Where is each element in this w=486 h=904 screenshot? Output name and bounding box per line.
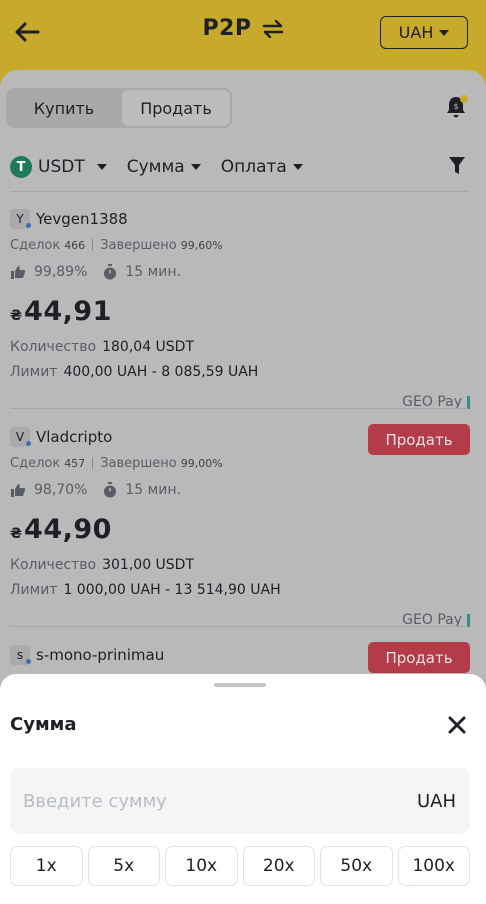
chevron-down-icon bbox=[190, 164, 201, 170]
limit-value: 400,00 UAH - 8 085,59 UAH bbox=[63, 364, 259, 380]
merchant-meta: 98,70% 15 мин. bbox=[10, 480, 470, 500]
merchant-name[interactable]: Yevgen1388 bbox=[36, 210, 128, 228]
avatar-letter: s bbox=[16, 648, 24, 662]
quantity-row: Количество 301,00 USDT bbox=[10, 554, 470, 576]
multiplier-1x-button[interactable]: 1x bbox=[10, 846, 83, 886]
multiplier-50x-button[interactable]: 50x bbox=[320, 846, 393, 886]
limit-label: Лимит bbox=[10, 364, 58, 380]
deals-label: Сделок bbox=[10, 237, 61, 253]
limit-label: Лимит bbox=[10, 582, 58, 598]
drag-handle[interactable] bbox=[214, 683, 266, 687]
amount-filter[interactable]: Сумма bbox=[127, 157, 201, 177]
filter-funnel-icon[interactable] bbox=[448, 156, 466, 176]
ad-card[interactable]: Y Yevgen1388 Сделок 466 Завершено 99,60%… bbox=[10, 208, 470, 455]
price-value: 44,90 bbox=[24, 514, 112, 545]
ad-card[interactable]: V Vladcripto Сделок 457 Завершено 99,00%… bbox=[10, 426, 470, 673]
completed-label: Завершено bbox=[100, 455, 177, 471]
payment-time-limit: 15 мин. bbox=[125, 482, 181, 498]
multiplier-10x-button[interactable]: 10x bbox=[165, 846, 238, 886]
close-icon[interactable] bbox=[446, 714, 468, 736]
amount-input[interactable] bbox=[23, 790, 343, 812]
positive-rating: 99,89% bbox=[34, 264, 88, 280]
merchant-name[interactable]: Vladcripto bbox=[36, 428, 112, 446]
payment-color-bar bbox=[467, 395, 470, 409]
price-value: 44,91 bbox=[24, 296, 112, 327]
thumbs-up-icon bbox=[11, 484, 26, 497]
amount-filter-label: Сумма bbox=[126, 157, 185, 177]
merchant-name[interactable]: s-mono-prinimau bbox=[36, 646, 164, 664]
deals-label: Сделок bbox=[10, 455, 61, 471]
quantity-value: 180,04 USDT bbox=[102, 339, 195, 355]
chevron-down-icon bbox=[439, 29, 450, 36]
merchant-meta: 99,89% 15 мин. bbox=[10, 262, 470, 282]
payment-time-limit: 15 мин. bbox=[125, 264, 181, 280]
multiplier-options: 1x 5x 10x 20x 50x 100x bbox=[10, 846, 470, 886]
currency-symbol: ₴ bbox=[10, 526, 23, 542]
merchant-stats: Сделок 466 Завершено 99,60% bbox=[10, 236, 470, 254]
fiat-currency-label: UAH bbox=[398, 23, 434, 42]
limit-row: Лимит 400,00 UAH - 8 085,59 UAH bbox=[10, 361, 470, 383]
limit-value: 1 000,00 UAH - 13 514,90 UAH bbox=[63, 582, 281, 598]
payment-filter-label: Оплата bbox=[220, 157, 287, 177]
usdt-icon: T bbox=[10, 156, 32, 178]
quantity-label: Количество bbox=[10, 557, 97, 573]
multiplier-20x-button[interactable]: 20x bbox=[242, 846, 315, 886]
completion-rate: 99,00% bbox=[180, 456, 223, 470]
chevron-down-icon bbox=[292, 164, 303, 170]
completion-rate: 99,60% bbox=[180, 238, 223, 252]
modal-title: Сумма bbox=[10, 714, 77, 735]
divider bbox=[92, 239, 94, 251]
timer-icon bbox=[104, 482, 117, 498]
tab-sell[interactable]: Продать bbox=[122, 90, 230, 126]
filter-bar: T USDT Сумма Оплата bbox=[10, 152, 476, 182]
multiplier-100x-button[interactable]: 100x bbox=[397, 846, 470, 886]
price: ₴ 44,90 bbox=[10, 514, 470, 550]
ad-card[interactable]: s s-mono-prinimau bbox=[10, 644, 470, 674]
deals-count: 457 bbox=[64, 456, 86, 470]
page-title: P2P bbox=[202, 16, 252, 41]
payment-filter[interactable]: Оплата bbox=[221, 157, 303, 177]
chevron-down-icon bbox=[96, 164, 107, 170]
quantity-label: Количество bbox=[10, 339, 97, 355]
completed-label: Завершено bbox=[100, 237, 177, 253]
divider bbox=[10, 191, 468, 192]
multiplier-5x-button[interactable]: 5x bbox=[87, 846, 160, 886]
divider bbox=[10, 408, 468, 409]
trade-side-toggle: Купить Продать bbox=[6, 88, 232, 128]
avatar-letter: V bbox=[15, 430, 25, 444]
tab-buy[interactable]: Купить bbox=[8, 90, 120, 126]
avatar[interactable]: Y bbox=[10, 209, 31, 229]
positive-rating: 98,70% bbox=[34, 482, 88, 498]
swap-icon[interactable] bbox=[262, 19, 284, 38]
payment-color-bar bbox=[467, 613, 470, 627]
amount-bottom-sheet: Сумма UAH 1x 5x 10x 20x 50x 100x bbox=[0, 674, 486, 904]
merchant-stats: Сделок 457 Завершено 99,00% bbox=[10, 454, 470, 472]
svg-text:$: $ bbox=[453, 102, 458, 111]
currency-symbol: ₴ bbox=[10, 308, 23, 324]
notification-bell-icon[interactable]: $ bbox=[444, 94, 470, 120]
asset-filter[interactable]: T USDT bbox=[10, 156, 107, 178]
quantity-row: Количество 180,04 USDT bbox=[10, 336, 470, 358]
amount-currency: UAH bbox=[416, 790, 456, 812]
timer-icon bbox=[104, 264, 117, 280]
avatar[interactable]: s bbox=[10, 645, 31, 665]
price: ₴ 44,91 bbox=[10, 296, 470, 332]
verified-dot bbox=[26, 223, 31, 228]
deals-count: 466 bbox=[64, 238, 86, 252]
verified-dot bbox=[26, 441, 31, 446]
verified-dot bbox=[26, 659, 31, 664]
quantity-value: 301,00 USDT bbox=[102, 557, 195, 573]
avatar[interactable]: V bbox=[10, 427, 31, 447]
divider bbox=[10, 626, 468, 627]
amount-field[interactable]: UAH bbox=[10, 768, 470, 834]
avatar-letter: Y bbox=[16, 212, 24, 226]
merchant-row: Y Yevgen1388 bbox=[10, 208, 470, 230]
divider bbox=[92, 457, 94, 469]
thumbs-up-icon bbox=[11, 266, 26, 279]
limit-row: Лимит 1 000,00 UAH - 13 514,90 UAH bbox=[10, 579, 470, 601]
merchant-row: V Vladcripto bbox=[10, 426, 470, 448]
fiat-currency-select[interactable]: UAH bbox=[380, 16, 468, 49]
merchant-row: s s-mono-prinimau bbox=[10, 644, 470, 666]
asset-filter-label: USDT bbox=[38, 157, 85, 177]
